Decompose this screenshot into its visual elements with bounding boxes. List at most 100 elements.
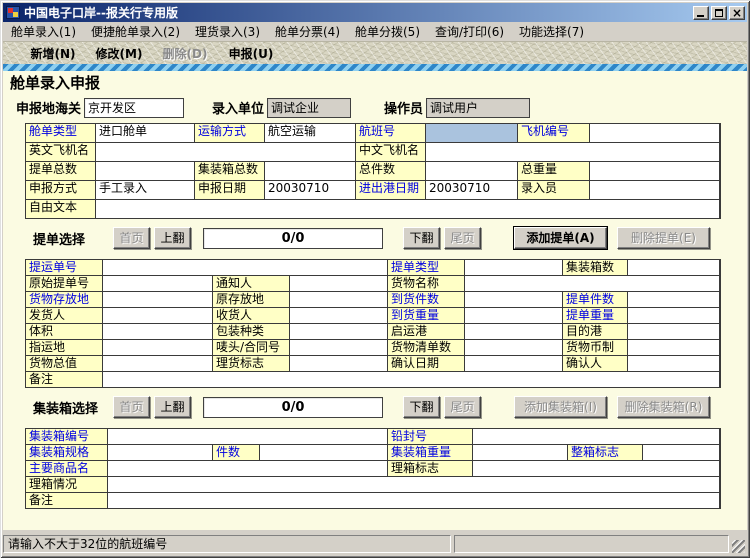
field-input-cell[interactable] — [473, 429, 719, 444]
bl-counter-input[interactable]: 0/0 — [203, 228, 383, 249]
field-input-cell[interactable]: 进口舱单 — [96, 124, 194, 142]
field-label: 理货标志 — [213, 356, 289, 371]
ct-next-button[interactable]: 下翻 — [403, 396, 440, 418]
field-input-cell[interactable] — [473, 461, 719, 476]
maximize-icon — [715, 9, 723, 17]
field-input-cell[interactable] — [628, 308, 719, 323]
field-label: 总重量 — [518, 162, 589, 180]
menu-function-select[interactable]: 功能选择(7) — [512, 21, 592, 42]
menu-query-print[interactable]: 查询/打印(6) — [428, 21, 512, 42]
field-input-cell[interactable] — [628, 324, 719, 339]
field-input-cell[interactable] — [260, 445, 387, 460]
field-label: 主要商品名 — [26, 461, 107, 476]
field-input-cell[interactable] — [96, 200, 719, 218]
field-label: 目的港 — [563, 324, 627, 339]
field-input-cell[interactable] — [96, 162, 194, 180]
field-label: 英文飞机名 — [26, 143, 95, 161]
field-input-cell[interactable] — [473, 445, 567, 460]
field-label: 总件数 — [356, 162, 425, 180]
field-input-cell[interactable] — [465, 276, 719, 291]
field-input-cell[interactable] — [103, 324, 212, 339]
field-label: 提单类型 — [388, 260, 464, 275]
field-input-cell[interactable] — [465, 292, 562, 307]
container-table: 集装箱编号铅封号集装箱规格件数集装箱重量整箱标志主要商品名理箱标志理箱情况备注 — [25, 428, 721, 509]
field-input-cell[interactable] — [290, 308, 387, 323]
field-input-cell[interactable] — [103, 308, 212, 323]
field-input-cell[interactable] — [108, 461, 387, 476]
field-label: 货物清单数 — [388, 340, 464, 355]
menu-manifest-split[interactable]: 舱单分票(4) — [268, 21, 348, 42]
field-input-cell[interactable] — [628, 292, 719, 307]
field-input-cell[interactable] — [426, 143, 719, 161]
field-input-cell[interactable] — [465, 260, 562, 275]
field-input-cell[interactable] — [590, 124, 719, 142]
ct-prev-button[interactable]: 上翻 — [154, 396, 191, 418]
field-input-cell[interactable]: 航空运输 — [265, 124, 355, 142]
field-input-cell[interactable] — [590, 181, 719, 199]
menu-tally-entry[interactable]: 理货录入(3) — [188, 21, 268, 42]
field-input-cell[interactable] — [465, 356, 562, 371]
field-input-cell[interactable] — [103, 372, 719, 387]
menu-manifest-entry[interactable]: 舱单录入(1) — [4, 21, 84, 42]
field-input-cell[interactable] — [628, 260, 719, 275]
field-input-cell[interactable] — [108, 445, 212, 460]
declare-customs-input[interactable]: 京开发区 — [84, 98, 184, 118]
field-input-cell[interactable] — [643, 445, 719, 460]
field-input-cell[interactable] — [465, 340, 562, 355]
field-input-cell[interactable] — [108, 429, 387, 444]
entry-unit-input: 调试企业 — [267, 98, 351, 118]
field-input-cell[interactable]: 20030710 — [265, 181, 355, 199]
header-fields: 申报地海关 京开发区 录入单位 调试企业 操作员 调试用户 — [16, 95, 747, 120]
ct-counter-input[interactable]: 0/0 — [203, 397, 383, 418]
field-label: 进出港日期 — [356, 181, 425, 199]
field-input-cell[interactable] — [103, 260, 387, 275]
field-input-cell[interactable] — [628, 356, 719, 371]
field-label: 提单重量 — [563, 308, 627, 323]
field-input-cell[interactable] — [96, 143, 355, 161]
declare-customs-label: 申报地海关 — [16, 98, 81, 117]
field-label: 申报日期 — [195, 181, 264, 199]
field-label: 铅封号 — [388, 429, 472, 444]
field-input-cell[interactable]: 20030710 — [426, 181, 517, 199]
field-input-cell[interactable] — [628, 340, 719, 355]
field-input-cell[interactable] — [290, 292, 387, 307]
field-input-cell[interactable] — [103, 340, 212, 355]
field-label: 理箱标志 — [388, 461, 472, 476]
menu-quick-manifest-entry[interactable]: 便捷舱单录入(2) — [84, 21, 188, 42]
field-input-cell[interactable] — [103, 356, 212, 371]
field-input-cell[interactable] — [465, 324, 562, 339]
decorative-hatch-bar — [3, 64, 747, 71]
resize-grip-icon[interactable] — [732, 540, 745, 553]
field-input-cell[interactable] — [465, 308, 562, 323]
field-input-cell[interactable] — [426, 162, 517, 180]
field-input-cell[interactable] — [265, 162, 355, 180]
status-message: 请输入不大于32位的航班编号 — [3, 535, 451, 553]
field-label: 货物总值 — [26, 356, 102, 371]
bl-next-button[interactable]: 下翻 — [403, 227, 440, 249]
field-input-cell[interactable] — [290, 356, 387, 371]
toolbar-declare-button[interactable]: 申报(U) — [223, 45, 279, 62]
minimize-button[interactable] — [693, 6, 709, 20]
ct-delete-button: 删除集装箱(R) — [617, 396, 710, 418]
field-input-cell[interactable] — [290, 340, 387, 355]
toolbar-new-button[interactable]: 新增(N) — [25, 45, 81, 62]
field-input-cell[interactable] — [103, 292, 212, 307]
field-label: 唛头/合同号 — [213, 340, 289, 355]
toolbar-modify-button[interactable]: 修改(M) — [91, 45, 147, 62]
field-label: 自由文本 — [26, 200, 95, 218]
field-input-cell[interactable] — [108, 477, 719, 492]
field-label: 体积 — [26, 324, 102, 339]
maximize-button[interactable] — [711, 6, 727, 20]
field-input-cell[interactable] — [426, 124, 517, 142]
field-input-cell[interactable] — [103, 276, 212, 291]
bl-add-button[interactable]: 添加提单(A) — [514, 227, 607, 249]
menu-manifest-dispatch[interactable]: 舱单分拨(5) — [348, 21, 428, 42]
titlebar: 中国电子口岸--报关行专用版 × — [3, 3, 747, 22]
close-button[interactable]: × — [729, 6, 745, 20]
field-input-cell[interactable]: 手工录入 — [96, 181, 194, 199]
field-input-cell[interactable] — [590, 162, 719, 180]
field-input-cell[interactable] — [290, 276, 387, 291]
bl-prev-button[interactable]: 上翻 — [154, 227, 191, 249]
field-input-cell[interactable] — [108, 493, 719, 508]
field-input-cell[interactable] — [290, 324, 387, 339]
